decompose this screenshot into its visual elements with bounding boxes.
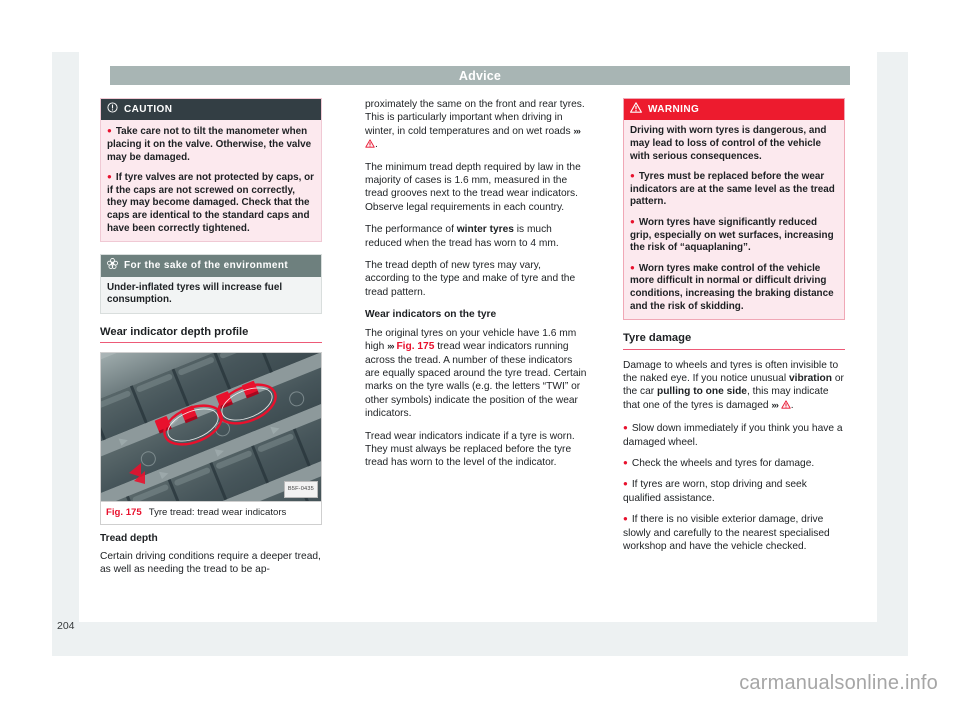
paragraph-continuation: proximately the same on the front and re… [365,99,585,151]
warning-triangle-icon [630,102,642,117]
section-heading-tyre-damage: Tyre damage [623,332,845,350]
caution-notice-title: CAUTION [124,104,173,115]
page-header-title: Advice [458,68,502,83]
warning-notice-box: WARNING Driving with worn tyres is dange… [623,98,845,321]
original-tyres-paragraph: The original tyres on your vehicle have … [365,327,587,421]
figure-image-id: B5F-0435 [283,480,318,499]
caution-bullet: If tyre valves are not protected by caps… [107,171,315,235]
section-heading-wear-indicator: Wear indicator depth profile [100,326,322,344]
environment-notice-header: For the sake of the environment [101,255,321,277]
tread-depth-paragraph: Certain driving conditions require a dee… [100,550,321,576]
vibration-bold: vibration [788,372,832,384]
warning-bullet: Tyres must be replaced before the wear i… [630,170,838,209]
caution-bullet: Take care not to tilt the manometer when… [107,125,315,164]
figure-caption-text: Tyre tread: tread wear indicators [148,507,287,519]
warning-intro-text: Driving with worn tyres is dangerous, an… [630,125,827,162]
column-left: CAUTION Take care not to tilt the manome… [100,98,322,586]
warning-bullet: Worn tyres make control of the vehicle m… [630,262,838,313]
figure-caption: Fig. 175 Tyre tread: tread wear indicato… [101,501,321,523]
column-middle: proximately the same on the front and re… [365,98,587,479]
warning-triangle-icon [365,139,375,148]
pulling-to-one-side-bold: pulling to one side [656,386,747,398]
subsection-heading-wear-indicators: Wear indicators on the tyre [365,309,497,321]
figure-cross-reference-link[interactable]: Fig. 175 [396,341,434,352]
tyre-damage-paragraph: Damage to wheels and tyres is often invi… [623,359,844,411]
paragraph-continuation-text: proximately the same on the front and re… [365,99,585,137]
environment-notice-box: For the sake of the environment Under-in… [100,254,322,314]
caution-notice-box: CAUTION Take care not to tilt the manome… [100,98,322,243]
page-number: 204 [57,620,75,632]
warning-bullet: Worn tyres have significantly reduced gr… [630,216,838,255]
cross-reference-chevrons: ››› [573,125,580,137]
environment-notice-text: Under-inflated tyres will increase fuel … [107,281,283,306]
subsection-heading-tread-depth: Tread depth [100,532,158,544]
figure-label: Fig. 175 [106,507,142,519]
warning-triangle-icon [781,400,791,409]
column-right: WARNING Driving with worn tyres is dange… [623,98,845,560]
tyre-damage-bullet: If there is no visible exterior damage, … [623,512,845,553]
environment-notice-title: For the sake of the environment [124,260,289,272]
watermark: carmanualsonline.info [739,672,938,694]
tyre-damage-bullet: If tyres are worn, stop driving and seek… [623,477,845,505]
cross-reference-chevrons: ››› [771,399,778,411]
minimum-tread-depth-paragraph: The minimum tread depth required by law … [365,161,581,213]
wear-indicator-function-paragraph: Tread wear indicators indicate if a tyre… [365,430,575,469]
tyre-tread-image: B5F-0435 [101,353,321,502]
tyre-damage-bullet: Slow down immediately if you think you h… [623,421,845,449]
warning-notice-body: Driving with worn tyres is dangerous, an… [624,120,844,320]
figure-tyre-tread: B5F-0435 Fig. 175 Tyre tread: tread wear… [100,352,322,525]
caution-notice-header: CAUTION [101,99,321,121]
caution-notice-body: Take care not to tilt the manometer when… [101,120,321,242]
environment-flower-icon [107,258,118,273]
environment-notice-body: Under-inflated tyres will increase fuel … [101,276,321,313]
original-tyres-text-post: tread wear indicators running across the… [365,341,587,420]
cross-reference-chevrons: ››› [387,341,394,353]
winter-tyres-bold: winter tyres [456,224,514,236]
warning-notice-header: WARNING [624,99,844,121]
winter-tyres-paragraph: The performance of winter tyres is much … [365,223,587,250]
caution-circle-icon [107,102,118,117]
tyre-damage-bullet: Check the wheels and tyres for damage. [623,456,845,470]
page-header-bar: Advice [110,66,850,85]
warning-notice-title: WARNING [648,104,700,115]
winter-tyres-text-pre: The performance of [365,224,457,236]
new-tyres-paragraph: The tread depth of new tyres may vary, a… [365,260,576,298]
